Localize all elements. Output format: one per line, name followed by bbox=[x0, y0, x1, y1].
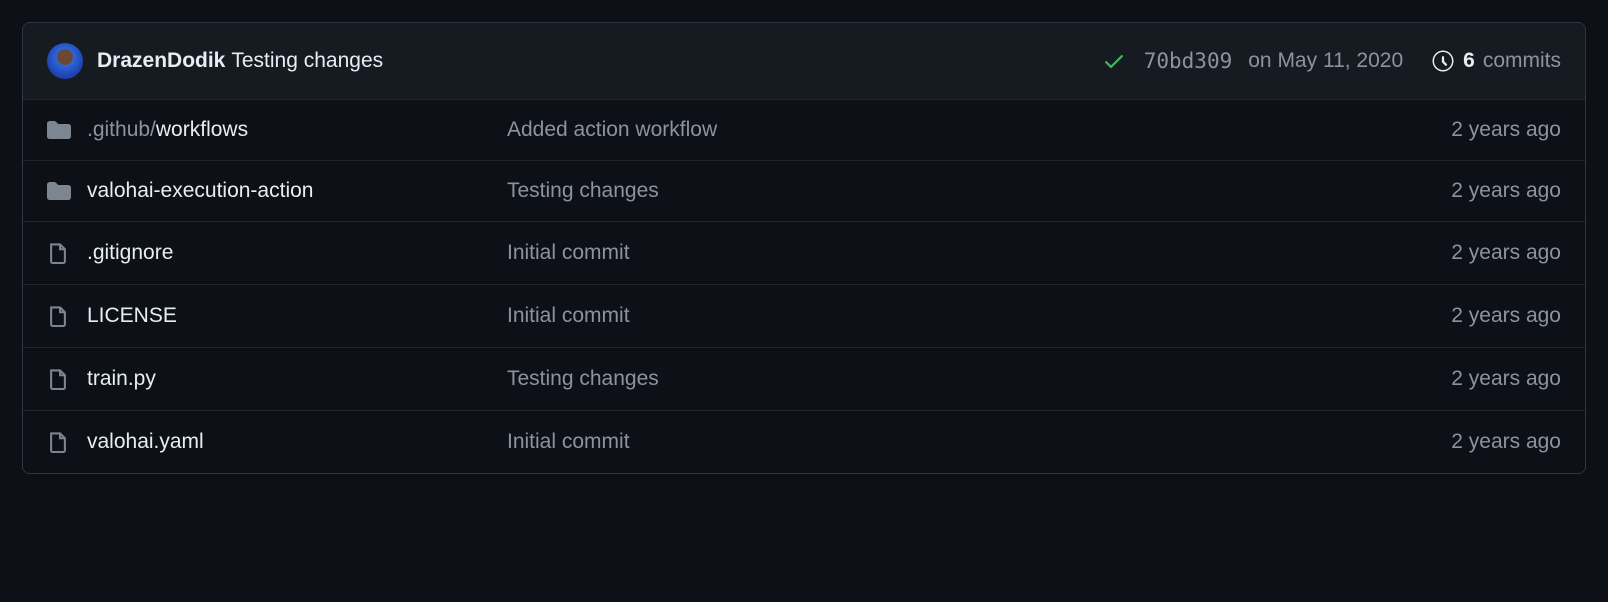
file-icon bbox=[47, 366, 87, 392]
row-commit-message[interactable]: Added action workflow bbox=[507, 118, 717, 141]
file-name[interactable]: .github/workflows bbox=[87, 118, 507, 142]
file-list: .github/workflowsAdded action workflow2 … bbox=[23, 100, 1585, 473]
table-row: .github/workflowsAdded action workflow2 … bbox=[23, 100, 1585, 160]
history-icon bbox=[1431, 49, 1455, 73]
table-row: LICENSE Initial commit 2 years ago bbox=[23, 284, 1585, 347]
status-check-icon[interactable] bbox=[1102, 49, 1126, 73]
file-name-main[interactable]: workflows bbox=[156, 118, 248, 141]
file-icon bbox=[47, 429, 87, 455]
latest-commit-bar: DrazenDodik Testing changes 70bd309 on M… bbox=[23, 23, 1585, 100]
row-age: 2 years ago bbox=[1451, 179, 1561, 203]
folder-icon bbox=[47, 118, 87, 142]
row-age: 2 years ago bbox=[1451, 430, 1561, 454]
commit-sha[interactable]: 70bd309 bbox=[1144, 49, 1233, 73]
file-icon bbox=[47, 240, 87, 266]
table-row: valohai.yaml Initial commit 2 years ago bbox=[23, 410, 1585, 473]
table-row: .gitignore Initial commit 2 years ago bbox=[23, 221, 1585, 284]
row-commit-message[interactable]: Initial commit bbox=[507, 430, 630, 453]
file-name-main[interactable]: valohai-execution-action bbox=[87, 179, 313, 202]
commit-message[interactable]: Testing changes bbox=[231, 49, 383, 73]
table-row: train.py Testing changes 2 years ago bbox=[23, 347, 1585, 410]
file-name-main[interactable]: train.py bbox=[87, 367, 156, 390]
row-commit-message[interactable]: Testing changes bbox=[507, 367, 659, 390]
file-name-main[interactable]: LICENSE bbox=[87, 304, 177, 327]
file-name-main[interactable]: .gitignore bbox=[87, 241, 173, 264]
row-commit-message[interactable]: Initial commit bbox=[507, 241, 630, 264]
file-browser: DrazenDodik Testing changes 70bd309 on M… bbox=[22, 22, 1586, 474]
avatar[interactable] bbox=[47, 43, 83, 79]
file-name[interactable]: .gitignore bbox=[87, 241, 507, 265]
file-name[interactable]: valohai-execution-action bbox=[87, 179, 507, 203]
commit-date[interactable]: on May 11, 2020 bbox=[1248, 49, 1403, 73]
row-age: 2 years ago bbox=[1451, 367, 1561, 391]
file-icon bbox=[47, 303, 87, 329]
file-name[interactable]: LICENSE bbox=[87, 304, 507, 328]
row-age: 2 years ago bbox=[1451, 241, 1561, 265]
row-age: 2 years ago bbox=[1451, 304, 1561, 328]
commits-link[interactable]: 6 commits bbox=[1431, 49, 1561, 73]
commits-count: 6 bbox=[1463, 49, 1475, 73]
folder-icon bbox=[47, 179, 87, 203]
file-name[interactable]: train.py bbox=[87, 367, 507, 391]
row-age: 2 years ago bbox=[1451, 118, 1561, 142]
file-name-main[interactable]: valohai.yaml bbox=[87, 430, 204, 453]
commit-author[interactable]: DrazenDodik bbox=[97, 49, 225, 73]
table-row: valohai-execution-action Testing changes 2… bbox=[23, 160, 1585, 221]
file-name[interactable]: valohai.yaml bbox=[87, 430, 507, 454]
row-commit-message[interactable]: Testing changes bbox=[507, 179, 659, 202]
commits-label: commits bbox=[1483, 49, 1561, 73]
row-commit-message[interactable]: Initial commit bbox=[507, 304, 630, 327]
file-name-prefix: .github/ bbox=[87, 118, 156, 141]
